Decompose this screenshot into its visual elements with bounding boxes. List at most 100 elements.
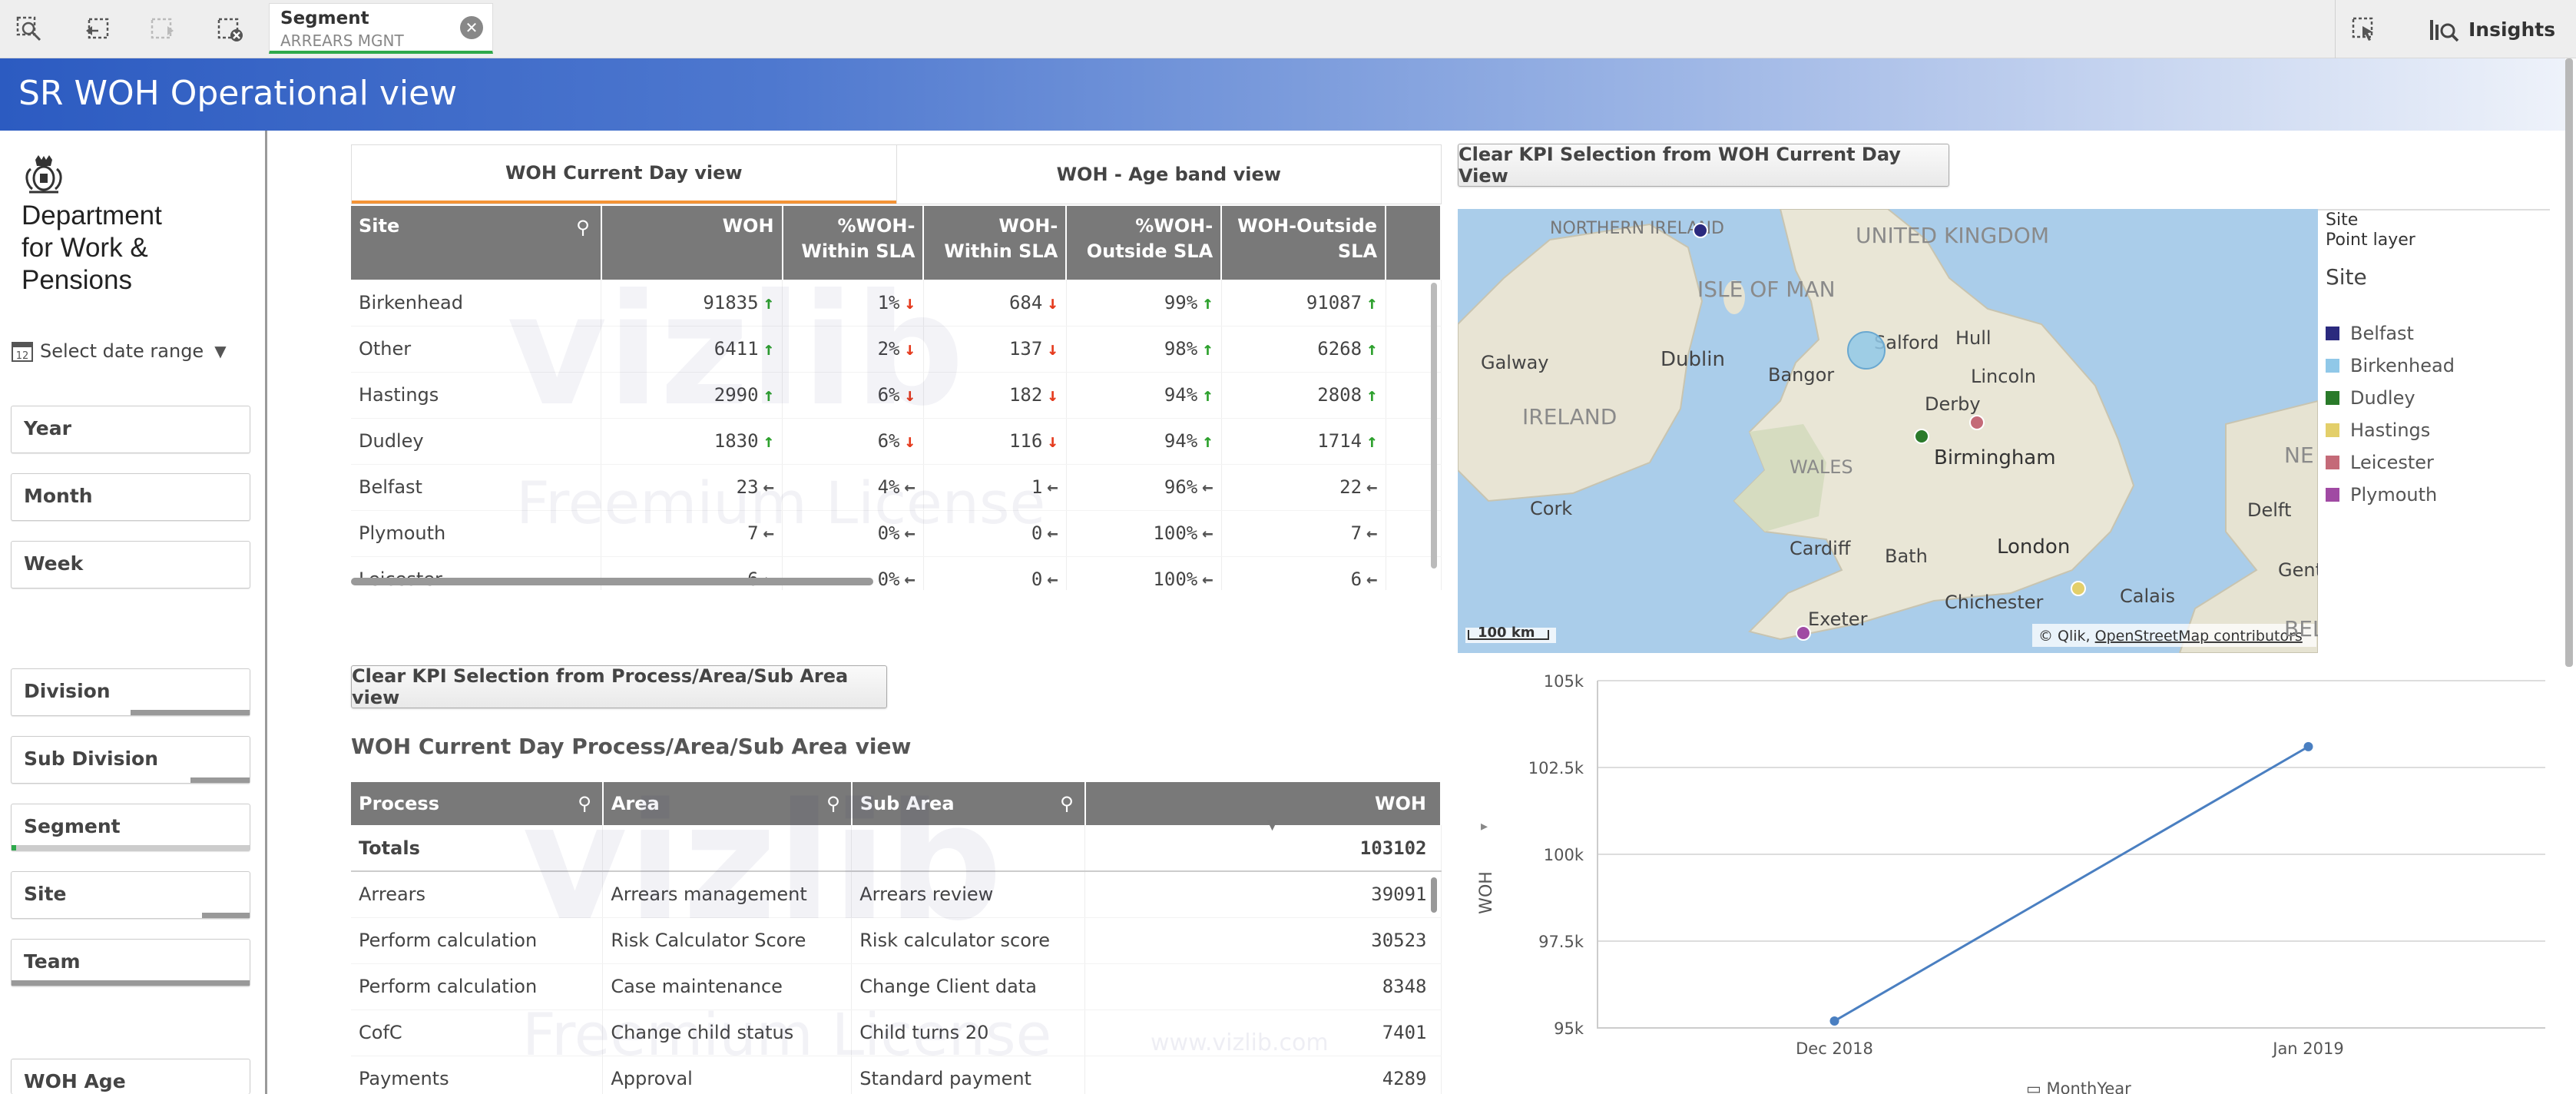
openstreetmap-link[interactable]: OpenStreetMap contributors (2095, 628, 2303, 645)
woh-cell[interactable]: 2990 ↑ (601, 372, 783, 419)
close-icon[interactable]: ✕ (460, 16, 483, 39)
pct-within-cell[interactable]: 4% ← (782, 464, 924, 511)
area-cell[interactable]: Change child status (602, 1009, 853, 1056)
filter-segment[interactable]: Segment (11, 804, 250, 851)
site-name-cell[interactable]: Birkenhead (351, 280, 602, 327)
column-header-sub-area[interactable]: Sub Area ⚲ (851, 782, 1086, 825)
filter-woh-age[interactable]: WOH Age (11, 1059, 250, 1094)
uk-map[interactable]: 100 km © Qlik, OpenStreetMap contributor… (1458, 209, 2318, 653)
site-name-cell[interactable]: Plymouth (351, 510, 602, 557)
sub-area-cell[interactable]: Standard payment (851, 1056, 1086, 1094)
within-cell[interactable]: 1 ← (923, 464, 1067, 511)
tab-woh-age-band[interactable]: WOH - Age band view (896, 145, 1442, 204)
outside-cell[interactable]: 91087 ↑ (1221, 280, 1386, 327)
column-header-site[interactable]: Site ⚲ (351, 206, 602, 280)
sub-area-cell[interactable]: Change Client data (851, 963, 1086, 1010)
outside-cell[interactable]: 7 ← (1221, 510, 1386, 557)
woh-cell[interactable]: 4289 (1084, 1056, 1442, 1094)
filter-division[interactable]: Division (11, 668, 250, 716)
map-point-birkenhead[interactable] (1847, 331, 1886, 370)
table-row[interactable]: Arrears Arrears management Arrears review 3… (351, 871, 1442, 918)
search-icon[interactable]: ⚲ (1060, 791, 1074, 817)
pct-outside-cell[interactable]: 94% ↑ (1066, 372, 1222, 419)
table-row[interactable]: Dudley 1830 ↑ 6% ↓ 116 ↓ 94% ↑ 1714 ↑ (351, 418, 1442, 465)
site-name-cell[interactable]: Dudley (351, 418, 602, 465)
site-name-cell[interactable]: Hastings (351, 372, 602, 419)
column-header-area[interactable]: Area ⚲ (602, 782, 853, 825)
map-point-hastings[interactable] (2071, 581, 2086, 596)
column-header-woh[interactable]: WOH ▼ (1084, 782, 1442, 833)
site-name-cell[interactable]: Other (351, 326, 602, 373)
pct-within-cell[interactable]: 1% ↓ (782, 280, 924, 327)
pct-outside-cell[interactable]: 99% ↑ (1066, 280, 1222, 327)
filter-team[interactable]: Team (11, 939, 250, 986)
process-cell[interactable]: CofC (351, 1009, 604, 1056)
area-cell[interactable]: Approval (602, 1056, 853, 1094)
data-point[interactable] (1829, 1016, 1839, 1026)
step-forward-icon[interactable] (144, 11, 181, 48)
data-point[interactable] (2303, 741, 2313, 751)
pct-outside-cell[interactable]: 98% ↑ (1066, 326, 1222, 373)
process-cell[interactable]: Payments (351, 1056, 604, 1094)
woh-cell[interactable]: 23 ← (601, 464, 783, 511)
woh-cell[interactable]: 30523 (1084, 917, 1442, 964)
within-cell[interactable]: 684 ↓ (923, 280, 1067, 327)
outside-cell[interactable]: 6 ← (1221, 556, 1386, 590)
table-row[interactable]: CofC Change child status Child turns 20 740… (351, 1009, 1442, 1056)
date-range-picker[interactable]: 12 Select date range ▼ (11, 340, 227, 363)
woh-cell[interactable]: 7401 (1084, 1009, 1442, 1056)
sub-area-cell[interactable]: Arrears review (851, 871, 1086, 918)
table-row[interactable]: Plymouth 7 ← 0% ← 0 ← 100% ← 7 ← (351, 510, 1442, 557)
column-header-woh[interactable]: WOH (601, 206, 783, 280)
pct-outside-cell[interactable]: 94% ↑ (1066, 418, 1222, 465)
woh-cell[interactable]: 39091 (1084, 871, 1442, 918)
selection-chip-segment[interactable]: Segment ARREARS MGNT ✕ (269, 3, 493, 54)
within-cell[interactable]: 116 ↓ (923, 418, 1067, 465)
woh-cell[interactable]: 7 ← (601, 510, 783, 557)
legend-item-birkenhead[interactable]: Birkenhead (2326, 355, 2455, 376)
table-row[interactable]: Perform calculation Case maintenance Chang… (351, 963, 1442, 1010)
selection-tool-icon[interactable] (2346, 11, 2382, 48)
sub-area-cell[interactable]: Child turns 20 (851, 1009, 1086, 1056)
map-point-dudley[interactable] (1914, 429, 1929, 444)
legend-item-belfast[interactable]: Belfast (2326, 323, 2414, 344)
page-scrollbar[interactable] (2565, 58, 2573, 667)
tab-woh-current-day[interactable]: WOH Current Day view (352, 145, 896, 204)
woh-cell[interactable]: 6411 ↑ (601, 326, 783, 373)
search-icon[interactable]: ⚲ (826, 791, 840, 817)
table-vertical-scrollbar[interactable] (1431, 877, 1437, 913)
map-point-belfast[interactable] (1693, 223, 1708, 238)
insights-button[interactable]: Insights (2429, 15, 2555, 43)
outside-cell[interactable]: 6268 ↑ (1221, 326, 1386, 373)
process-cell[interactable]: Arrears (351, 871, 604, 918)
filter-sub-division[interactable]: Sub Division (11, 736, 250, 784)
column-header-pct-within[interactable]: %WOH-Within SLA (782, 206, 925, 280)
table-row[interactable]: Birkenhead 91835 ↑ 1% ↓ 684 ↓ 99% ↑ 91087 ↑ (351, 280, 1442, 327)
process-cell[interactable]: Perform calculation (351, 917, 604, 964)
woh-cell[interactable]: 8348 (1084, 963, 1442, 1010)
filter-week[interactable]: Week (11, 541, 250, 588)
pct-within-cell[interactable]: 0% ← (782, 510, 924, 557)
site-name-cell[interactable]: Belfast (351, 464, 602, 511)
column-header-outside[interactable]: WOH-Outside SLA (1221, 206, 1387, 280)
within-cell[interactable]: 0 ← (923, 556, 1067, 590)
outside-cell[interactable]: 1714 ↑ (1221, 418, 1386, 465)
clear-kpi-process-button[interactable]: Clear KPI Selection from Process/Area/Su… (351, 665, 887, 708)
column-header-within[interactable]: WOH-Within SLA (923, 206, 1068, 280)
within-cell[interactable]: 137 ↓ (923, 326, 1067, 373)
process-cell[interactable]: Perform calculation (351, 963, 604, 1010)
pct-outside-cell[interactable]: 100% ← (1066, 556, 1222, 590)
pct-outside-cell[interactable]: 100% ← (1066, 510, 1222, 557)
column-header-process[interactable]: Process ⚲ (351, 782, 604, 825)
area-cell[interactable]: Case maintenance (602, 963, 853, 1010)
pct-within-cell[interactable]: 6% ↓ (782, 418, 924, 465)
area-cell[interactable]: Arrears management (602, 871, 853, 918)
table-horizontal-scrollbar[interactable] (351, 578, 873, 585)
table-vertical-scrollbar[interactable] (1431, 283, 1437, 569)
expand-arrow-icon[interactable]: ▸ (1481, 818, 1488, 834)
pct-within-cell[interactable]: 2% ↓ (782, 326, 924, 373)
outside-cell[interactable]: 22 ← (1221, 464, 1386, 511)
table-row[interactable]: Other 6411 ↑ 2% ↓ 137 ↓ 98% ↑ 6268 ↑ (351, 326, 1442, 373)
woh-cell[interactable]: 91835 ↑ (601, 280, 783, 327)
within-cell[interactable]: 182 ↓ (923, 372, 1067, 419)
